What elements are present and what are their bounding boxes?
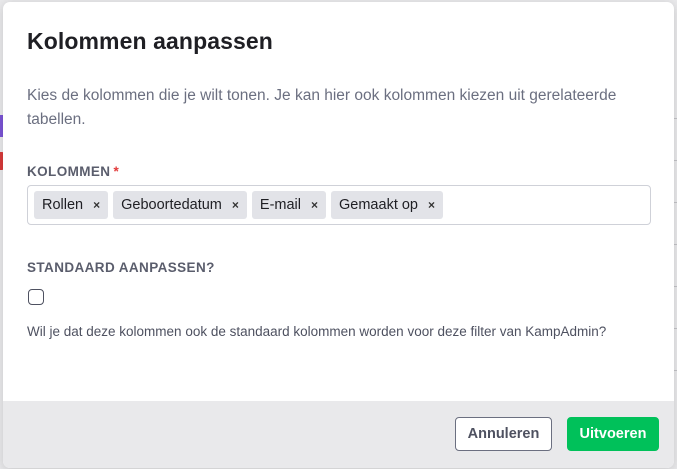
column-tag-label: Rollen: [42, 197, 84, 213]
cancel-button[interactable]: Annuleren: [455, 417, 552, 451]
columns-tag-input[interactable]: Rollen × Geboortedatum × E-mail × Gemaakt op ×: [27, 185, 651, 225]
column-tag-label: Geboortedatum: [121, 197, 222, 213]
remove-tag-icon[interactable]: ×: [428, 199, 435, 211]
column-tag-label: Gemaakt op: [339, 197, 419, 213]
required-marker: *: [113, 164, 120, 179]
apply-button[interactable]: Uitvoeren: [567, 417, 659, 451]
default-help-text: Wil je dat deze kolommen ook de standaar…: [27, 324, 607, 339]
column-tag: Rollen ×: [34, 191, 109, 219]
remove-tag-icon[interactable]: ×: [232, 199, 239, 211]
modal-footer: Annuleren Uitvoeren: [3, 401, 674, 468]
remove-tag-icon[interactable]: ×: [311, 199, 318, 211]
default-field-label: STANDAARD AANPASSEN?: [27, 260, 215, 275]
column-tag: Geboortedatum ×: [113, 191, 247, 219]
remove-tag-icon[interactable]: ×: [93, 199, 100, 211]
modal-description: Kies de kolommen die je wilt tonen. Je k…: [27, 87, 617, 128]
column-tag: E-mail ×: [251, 191, 327, 219]
column-tag-label: E-mail: [259, 197, 301, 213]
modal-title: Kolommen aanpassen: [27, 28, 273, 54]
set-default-checkbox[interactable]: [28, 289, 44, 305]
column-tag: Gemaakt op ×: [331, 191, 444, 219]
columns-field-label: KOLOMMEN *: [27, 164, 119, 179]
columns-label-text: KOLOMMEN: [27, 164, 111, 179]
columns-modal: Kolommen aanpassen Kies de kolommen die …: [3, 2, 674, 468]
